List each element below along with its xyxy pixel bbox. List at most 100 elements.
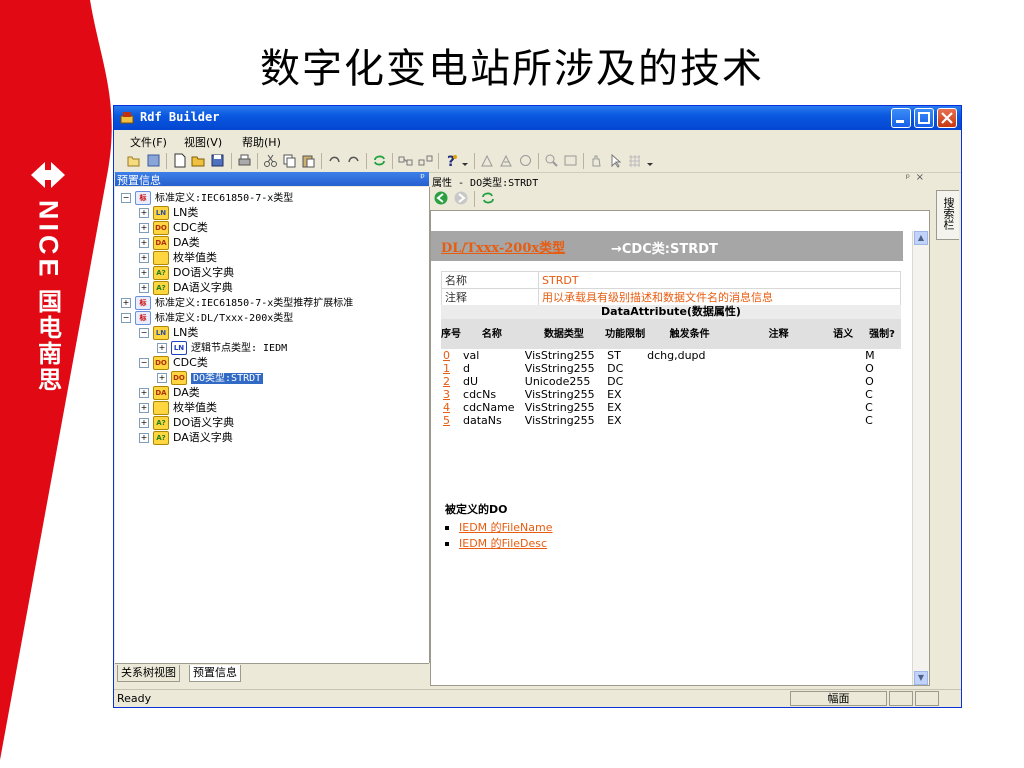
collapse-icon[interactable]: −: [121, 313, 131, 323]
expand-icon[interactable]: +: [139, 238, 149, 248]
column-header: 触发条件: [645, 319, 735, 349]
row-index-link[interactable]: 2: [441, 375, 462, 388]
refresh-icon[interactable]: [372, 153, 387, 168]
table-cell: [734, 401, 824, 414]
triangle-a-icon[interactable]: [480, 153, 495, 168]
new-icon[interactable]: [126, 153, 141, 168]
tree-node[interactable]: + 标标准定义:IEC61850-7-x类型推荐扩展标准: [121, 296, 353, 310]
title-bar[interactable]: Rdf Builder: [114, 106, 961, 130]
column-header: 名称: [461, 319, 523, 349]
tree-node[interactable]: + A? DA语义字典: [139, 431, 233, 445]
hand-icon[interactable]: [589, 153, 604, 168]
expand-icon[interactable]: +: [139, 403, 149, 413]
expand-icon[interactable]: +: [139, 283, 149, 293]
tree-node[interactable]: + LN LN类: [139, 206, 198, 220]
row-index-link[interactable]: 1: [441, 362, 462, 375]
defined-do-link[interactable]: IEDM 的FileName: [459, 521, 553, 534]
content-banner: DL/Txxx-200x类型 →CDC类:STRDT: [431, 231, 903, 261]
zoom-icon[interactable]: [544, 153, 559, 168]
expand-icon[interactable]: +: [157, 373, 167, 383]
back-icon[interactable]: [434, 191, 448, 205]
cycle-icon[interactable]: [518, 153, 533, 168]
close-icon[interactable]: ×: [916, 172, 924, 183]
tree-node[interactable]: + A? DO语义字典: [139, 416, 234, 430]
menu-help[interactable]: 帮助(H): [242, 134, 281, 150]
connect-icon[interactable]: [398, 153, 413, 168]
scroll-up-icon[interactable]: ▲: [914, 231, 928, 245]
expand-icon[interactable]: +: [139, 223, 149, 233]
minimize-button[interactable]: [891, 108, 911, 128]
expand-icon[interactable]: +: [139, 418, 149, 428]
undo-icon[interactable]: [327, 153, 342, 168]
copy-icon[interactable]: [282, 153, 297, 168]
table-cell: O: [863, 362, 901, 375]
collapse-icon[interactable]: −: [139, 328, 149, 338]
triangle-b-icon[interactable]: [499, 153, 514, 168]
tree-node[interactable]: + DO CDC类: [139, 221, 208, 235]
dropdown-icon[interactable]: [646, 153, 654, 168]
cut-icon[interactable]: [263, 153, 278, 168]
fit-icon[interactable]: [563, 153, 578, 168]
save-icon[interactable]: [146, 153, 161, 168]
tree-node[interactable]: + DO DO类型:STRDT: [157, 371, 264, 385]
pointer-icon[interactable]: [608, 153, 623, 168]
table-cell: EX: [605, 414, 646, 427]
expand-icon[interactable]: +: [139, 208, 149, 218]
new-file-icon[interactable]: [172, 153, 187, 168]
std-node-icon: 标: [135, 311, 151, 325]
disconnect-icon[interactable]: [418, 153, 433, 168]
grid-icon[interactable]: [627, 153, 642, 168]
tree-node[interactable]: + A? DO语义字典: [139, 266, 234, 280]
tree-node[interactable]: + A? DA语义字典: [139, 281, 233, 295]
redo-icon[interactable]: [346, 153, 361, 168]
expand-icon[interactable]: +: [139, 253, 149, 263]
paste-icon[interactable]: [301, 153, 316, 168]
row-index-link[interactable]: 0: [441, 349, 462, 362]
row-index-link[interactable]: 5: [441, 414, 462, 427]
tree-node[interactable]: − LN LN类: [139, 326, 198, 340]
tab-relation-tree[interactable]: 关系树视图: [117, 665, 180, 682]
status-panel-layout: 幅面: [790, 691, 887, 706]
expand-icon[interactable]: +: [139, 388, 149, 398]
close-icon: [941, 112, 953, 124]
collapse-icon[interactable]: −: [121, 193, 131, 203]
pin-icon[interactable]: ᵖ: [420, 171, 425, 184]
expand-icon[interactable]: +: [121, 298, 131, 308]
expand-icon[interactable]: +: [139, 268, 149, 278]
tree-node[interactable]: + DA DA类: [139, 236, 200, 250]
table-cell: d: [461, 362, 523, 375]
save-disk-icon[interactable]: [210, 153, 225, 168]
pin-icon[interactable]: ᵖ: [906, 173, 910, 184]
print-icon[interactable]: [237, 153, 252, 168]
tree-node[interactable]: + 枚举值类: [139, 401, 217, 415]
refresh-icon[interactable]: [481, 191, 495, 205]
open-icon[interactable]: [191, 153, 206, 168]
menu-file[interactable]: 文件(F): [130, 134, 167, 150]
menu-view[interactable]: 视图(V): [184, 134, 222, 150]
tree-node[interactable]: − DO CDC类: [139, 356, 208, 370]
status-text: Ready: [117, 692, 152, 705]
tab-preset-info[interactable]: 预置信息: [189, 665, 241, 682]
maximize-button[interactable]: [914, 108, 934, 128]
scroll-down-icon[interactable]: ▼: [914, 671, 928, 685]
expand-icon[interactable]: +: [157, 343, 167, 353]
collapse-icon[interactable]: −: [139, 358, 149, 368]
dropdown-icon[interactable]: [461, 153, 469, 168]
tree-node[interactable]: + DA DA类: [139, 386, 200, 400]
expand-icon[interactable]: +: [139, 433, 149, 443]
tree-node[interactable]: + LN 逻辑节点类型: IEDM: [157, 341, 287, 355]
tree-node[interactable]: − 标标准定义:IEC61850-7-x类型: [121, 191, 293, 205]
search-bar-tab[interactable]: 搜索栏: [936, 190, 959, 240]
row-index-link[interactable]: 3: [441, 388, 462, 401]
defined-do-link[interactable]: IEDM 的FileDesc: [459, 537, 547, 550]
info-row-name: 名称 STRDT: [441, 271, 901, 289]
content-scrollbar[interactable]: ▲ ▼: [912, 231, 929, 685]
tree-node[interactable]: + 枚举值类: [139, 251, 217, 265]
close-window-button[interactable]: [937, 108, 957, 128]
tree-node-label: DA类: [173, 236, 200, 249]
forward-icon[interactable]: [454, 191, 468, 205]
row-index-link[interactable]: 4: [441, 401, 462, 414]
tree-node[interactable]: − 标标准定义:DL/Txxx-200x类型: [121, 311, 293, 325]
help-icon[interactable]: ?: [444, 153, 459, 168]
breadcrumb-link[interactable]: DL/Txxx-200x类型: [441, 237, 565, 256]
